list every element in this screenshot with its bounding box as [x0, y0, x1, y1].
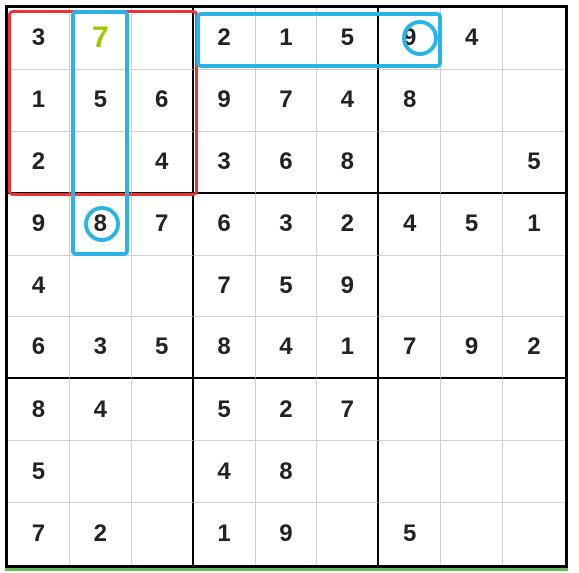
grid-row: 24368 5	[8, 132, 565, 194]
cell-r8-c7[interactable]	[441, 503, 503, 565]
cell-r6-c5[interactable]: 7	[317, 379, 379, 441]
cell-r2-c5[interactable]: 8	[317, 132, 379, 194]
cell-r2-c0[interactable]: 2	[8, 132, 70, 194]
cell-r3-c3[interactable]: 6	[194, 194, 256, 256]
cell-r7-c5[interactable]	[317, 441, 379, 503]
cell-r0-c3[interactable]: 2	[194, 8, 256, 70]
grid-row: 4 759	[8, 256, 565, 318]
grid-row: 84527	[8, 379, 565, 441]
cell-r1-c5[interactable]: 4	[317, 70, 379, 132]
cell-r5-c5[interactable]: 1	[317, 317, 379, 379]
cell-r8-c6[interactable]: 5	[379, 503, 441, 565]
cell-r2-c1[interactable]	[70, 132, 132, 194]
cell-r8-c0[interactable]: 7	[8, 503, 70, 565]
cell-r2-c2[interactable]: 4	[132, 132, 194, 194]
cell-r3-c5[interactable]: 2	[317, 194, 379, 256]
cell-r0-c5[interactable]: 5	[317, 8, 379, 70]
cell-r3-c4[interactable]: 3	[256, 194, 318, 256]
cell-r6-c3[interactable]: 5	[194, 379, 256, 441]
cell-r2-c7[interactable]	[441, 132, 503, 194]
cell-r7-c4[interactable]: 8	[256, 441, 318, 503]
cell-r5-c8[interactable]: 2	[503, 317, 565, 379]
grid-row: 635841792	[8, 317, 565, 379]
cell-r2-c3[interactable]: 3	[194, 132, 256, 194]
cell-r7-c1[interactable]	[70, 441, 132, 503]
cell-r7-c0[interactable]: 5	[8, 441, 70, 503]
cell-r4-c3[interactable]: 7	[194, 256, 256, 318]
cell-r4-c5[interactable]: 9	[317, 256, 379, 318]
cell-r6-c1[interactable]: 4	[70, 379, 132, 441]
cell-r6-c6[interactable]	[379, 379, 441, 441]
cell-r0-c7[interactable]: 4	[441, 8, 503, 70]
cell-r0-c4[interactable]: 1	[256, 8, 318, 70]
cell-r4-c4[interactable]: 5	[256, 256, 318, 318]
cell-r6-c0[interactable]: 8	[8, 379, 70, 441]
cell-r1-c6[interactable]: 8	[379, 70, 441, 132]
cell-r2-c6[interactable]	[379, 132, 441, 194]
cell-r6-c8[interactable]	[503, 379, 565, 441]
cell-r7-c6[interactable]	[379, 441, 441, 503]
board-shadow	[5, 568, 568, 571]
cell-r1-c4[interactable]: 7	[256, 70, 318, 132]
grid-row: 72195	[8, 503, 565, 565]
cell-r6-c2[interactable]	[132, 379, 194, 441]
cell-r4-c2[interactable]	[132, 256, 194, 318]
cell-r3-c0[interactable]: 9	[8, 194, 70, 256]
cell-r3-c2[interactable]: 7	[132, 194, 194, 256]
cell-r1-c2[interactable]: 6	[132, 70, 194, 132]
cell-r5-c1[interactable]: 3	[70, 317, 132, 379]
cell-r7-c2[interactable]	[132, 441, 194, 503]
cell-r5-c4[interactable]: 4	[256, 317, 318, 379]
cell-r1-c8[interactable]	[503, 70, 565, 132]
cell-r8-c3[interactable]: 1	[194, 503, 256, 565]
cell-r0-c8[interactable]	[503, 8, 565, 70]
cell-r0-c0[interactable]: 3	[8, 8, 70, 70]
cell-r5-c6[interactable]: 7	[379, 317, 441, 379]
cell-r0-c6[interactable]: 9	[379, 8, 441, 70]
cell-r8-c5[interactable]	[317, 503, 379, 565]
cell-r4-c1[interactable]	[70, 256, 132, 318]
cell-r7-c7[interactable]	[441, 441, 503, 503]
cell-r0-c1[interactable]: 7	[70, 8, 132, 70]
sudoku-wrap: 3721594156974824368598763245147596358417…	[0, 0, 579, 573]
cell-r2-c4[interactable]: 6	[256, 132, 318, 194]
cell-r1-c0[interactable]: 1	[8, 70, 70, 132]
cell-r7-c8[interactable]	[503, 441, 565, 503]
cell-r6-c4[interactable]: 2	[256, 379, 318, 441]
cell-r8-c1[interactable]: 2	[70, 503, 132, 565]
cell-r7-c3[interactable]: 4	[194, 441, 256, 503]
cell-r3-c8[interactable]: 1	[503, 194, 565, 256]
cell-r5-c3[interactable]: 8	[194, 317, 256, 379]
cell-r1-c1[interactable]: 5	[70, 70, 132, 132]
cell-r3-c1[interactable]: 8	[70, 194, 132, 256]
cell-r4-c7[interactable]	[441, 256, 503, 318]
cell-r5-c2[interactable]: 5	[132, 317, 194, 379]
cell-r3-c6[interactable]: 4	[379, 194, 441, 256]
cell-r4-c0[interactable]: 4	[8, 256, 70, 318]
cell-r8-c4[interactable]: 9	[256, 503, 318, 565]
grid-row: 1569748	[8, 70, 565, 132]
cell-r3-c7[interactable]: 5	[441, 194, 503, 256]
cell-r4-c6[interactable]	[379, 256, 441, 318]
cell-r1-c7[interactable]	[441, 70, 503, 132]
grid-row: 987632451	[8, 194, 565, 256]
grid-row: 3721594	[8, 8, 565, 70]
cell-r4-c8[interactable]	[503, 256, 565, 318]
cell-r1-c3[interactable]: 9	[194, 70, 256, 132]
cell-r0-c2[interactable]	[132, 8, 194, 70]
cell-r2-c8[interactable]: 5	[503, 132, 565, 194]
grid-row: 5 48	[8, 441, 565, 503]
cell-r5-c7[interactable]: 9	[441, 317, 503, 379]
cell-r6-c7[interactable]	[441, 379, 503, 441]
sudoku-board: 3721594156974824368598763245147596358417…	[5, 5, 568, 568]
cell-r5-c0[interactable]: 6	[8, 317, 70, 379]
cell-r8-c8[interactable]	[503, 503, 565, 565]
cell-r8-c2[interactable]	[132, 503, 194, 565]
